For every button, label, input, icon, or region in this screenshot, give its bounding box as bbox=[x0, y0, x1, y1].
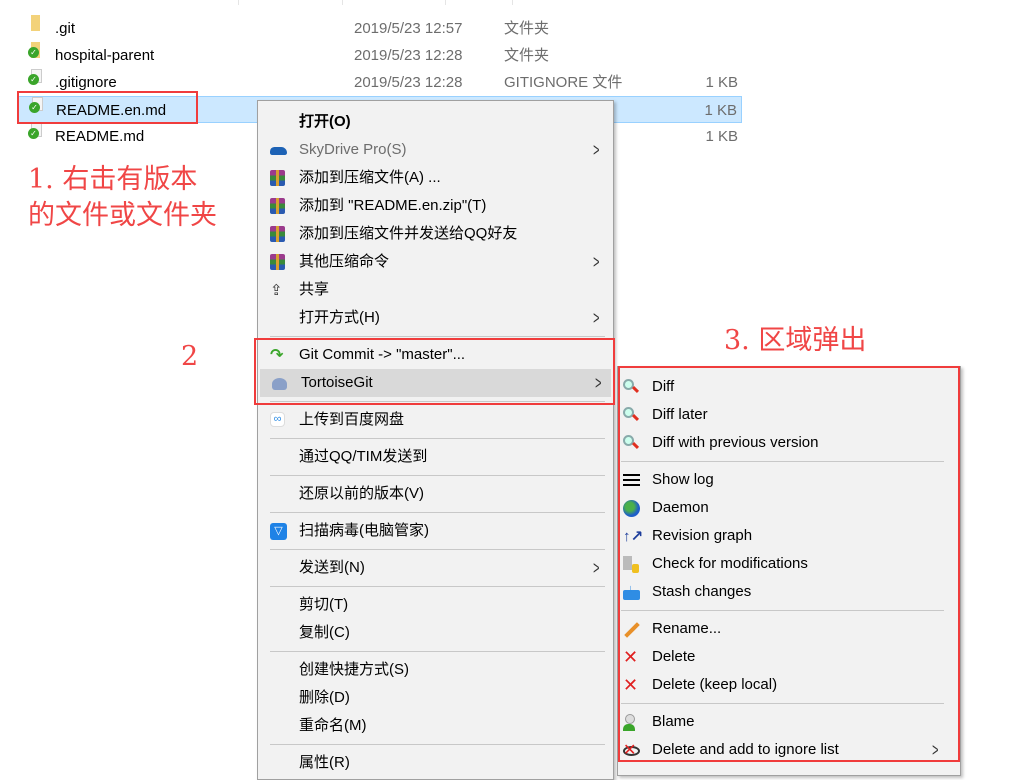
menu-item-label: 属性(R) bbox=[299, 754, 350, 771]
column-divider[interactable] bbox=[512, 0, 513, 5]
menu-item-label: 添加到压缩文件并发送给QQ好友 bbox=[299, 225, 518, 242]
chevron-right-icon: > bbox=[593, 308, 600, 328]
file-row[interactable]: ✓ hospital-parent 2019/5/23 12:28 文件夹 bbox=[18, 42, 742, 69]
menu-item-label: 上传到百度网盘 bbox=[299, 411, 405, 428]
menu-item-上传到百度网盘[interactable]: ∞ 上传到百度网盘 bbox=[258, 406, 613, 434]
menu-item-扫描病毒-电脑管家[interactable]: ▽ 扫描病毒(电脑管家) bbox=[258, 517, 613, 545]
folder-git-ok-icon: ✓ bbox=[28, 42, 42, 58]
menu-item-发送到-n[interactable]: 发送到(N) > bbox=[258, 554, 613, 582]
menu-item-label: 通过QQ/TIM发送到 bbox=[299, 448, 428, 465]
winrar-icon bbox=[270, 198, 287, 215]
menu-item-还原以前的版本-v[interactable]: 还原以前的版本(V) bbox=[258, 480, 613, 508]
menu-item-label: 扫描病毒(电脑管家) bbox=[299, 522, 429, 539]
file-date: 2019/5/23 12:57 bbox=[354, 20, 463, 37]
column-divider[interactable] bbox=[238, 0, 239, 5]
file-size: 1 KB bbox=[705, 128, 738, 145]
menu-item-创建快捷方式-s[interactable]: 创建快捷方式(S) bbox=[258, 656, 613, 684]
menu-item-其他压缩命令[interactable]: 其他压缩命令 > bbox=[258, 248, 613, 276]
menu-item-通过qq-tim发送到[interactable]: 通过QQ/TIM发送到 bbox=[258, 443, 613, 471]
winrar-icon bbox=[270, 170, 287, 187]
menu-item-label: 打开方式(H) bbox=[299, 309, 380, 326]
menu-item-label: 添加到 "README.en.zip"(T) bbox=[299, 197, 487, 214]
menu-item-skydrive-pro-s[interactable]: SkyDrive Pro(S) > bbox=[258, 136, 613, 164]
chevron-right-icon: > bbox=[593, 252, 600, 272]
menu-item-label: 删除(D) bbox=[299, 689, 350, 706]
menu-separator bbox=[258, 582, 613, 591]
file-date: 2019/5/23 12:28 bbox=[354, 74, 463, 91]
menu-separator bbox=[258, 647, 613, 656]
folder-icon bbox=[28, 15, 42, 31]
menu-separator bbox=[258, 434, 613, 443]
share-icon: ⇪ bbox=[270, 282, 283, 299]
file-name: README.md bbox=[55, 128, 145, 145]
menu-item-添加到-readme-en-zip-t[interactable]: 添加到 "README.en.zip"(T) bbox=[258, 192, 613, 220]
column-divider[interactable] bbox=[342, 0, 343, 5]
annotation-step2: 2 bbox=[181, 341, 199, 372]
menu-separator bbox=[258, 545, 613, 554]
menu-separator bbox=[258, 740, 613, 749]
menu-item-label: 发送到(N) bbox=[299, 559, 365, 576]
menu-item-添加到压缩文件-a[interactable]: 添加到压缩文件(A) ... bbox=[258, 164, 613, 192]
menu-item-label: 还原以前的版本(V) bbox=[299, 485, 424, 502]
menu-item-剪切-t[interactable]: 剪切(T) bbox=[258, 591, 613, 619]
menu-item-复制-c[interactable]: 复制(C) bbox=[258, 619, 613, 647]
column-divider[interactable] bbox=[445, 0, 446, 5]
tencent-pc-manager-icon: ▽ bbox=[270, 523, 287, 540]
file-row[interactable]: .git 2019/5/23 12:57 文件夹 bbox=[18, 15, 742, 42]
winrar-icon bbox=[270, 254, 287, 271]
menu-separator bbox=[258, 508, 613, 517]
baidu-netdisk-icon: ∞ bbox=[270, 412, 287, 429]
file-type: 文件夹 bbox=[504, 47, 550, 64]
menu-item-label: 共享 bbox=[299, 281, 330, 298]
menu-item-label: 复制(C) bbox=[299, 624, 350, 641]
file-type: GITIGNORE 文件 bbox=[504, 74, 623, 91]
chevron-right-icon: > bbox=[593, 558, 600, 578]
menu-item-添加到压缩文件并发送给qq好友[interactable]: 添加到压缩文件并发送给QQ好友 bbox=[258, 220, 613, 248]
menu-item-label: 其他压缩命令 bbox=[299, 253, 390, 270]
annotation-step1-line2: 的文件或文件夹 bbox=[28, 200, 217, 231]
file-size: 1 KB bbox=[705, 74, 738, 91]
winrar-icon bbox=[270, 226, 287, 243]
file-name: hospital-parent bbox=[55, 47, 155, 64]
menu-item-打开方式-h[interactable]: 打开方式(H) > bbox=[258, 304, 613, 332]
menu-item-打开-o[interactable]: 打开(O) bbox=[258, 108, 613, 136]
annotation-step3: 3. 区域弹出 bbox=[724, 325, 867, 356]
menu-item-属性-r[interactable]: 属性(R) bbox=[258, 749, 613, 777]
highlight-box-submenu bbox=[618, 366, 960, 762]
menu-separator bbox=[258, 471, 613, 480]
highlight-box-file bbox=[17, 91, 198, 124]
menu-item-label: 重命名(M) bbox=[299, 717, 367, 734]
menu-item-重命名-m[interactable]: 重命名(M) bbox=[258, 712, 613, 740]
file-git-ok-icon: ✓ bbox=[28, 123, 42, 139]
menu-item-label: SkyDrive Pro(S) bbox=[299, 141, 407, 158]
file-date: 2019/5/23 12:28 bbox=[354, 47, 463, 64]
context-menu: 打开(O) SkyDrive Pro(S) > 添加到压缩文件(A) ... 添加到 "… bbox=[257, 100, 614, 780]
menu-item-共享[interactable]: ⇪ 共享 bbox=[258, 276, 613, 304]
annotation-step1-line1: 1. 右击有版本 bbox=[28, 164, 198, 195]
file-name: .git bbox=[55, 20, 76, 37]
file-type: 文件夹 bbox=[504, 20, 550, 37]
chevron-right-icon: > bbox=[593, 140, 600, 160]
menu-item-label: 打开(O) bbox=[299, 113, 351, 130]
highlight-box-git-items bbox=[254, 338, 615, 405]
menu-item-删除-d[interactable]: 删除(D) bbox=[258, 684, 613, 712]
menu-item-label: 添加到压缩文件(A) ... bbox=[299, 169, 441, 186]
file-git-added-icon: ✓ bbox=[28, 69, 42, 85]
cloud-icon bbox=[270, 142, 287, 159]
menu-item-label: 创建快捷方式(S) bbox=[299, 661, 409, 678]
menu-item-label: 剪切(T) bbox=[299, 596, 349, 613]
file-size: 1 KB bbox=[704, 102, 737, 119]
